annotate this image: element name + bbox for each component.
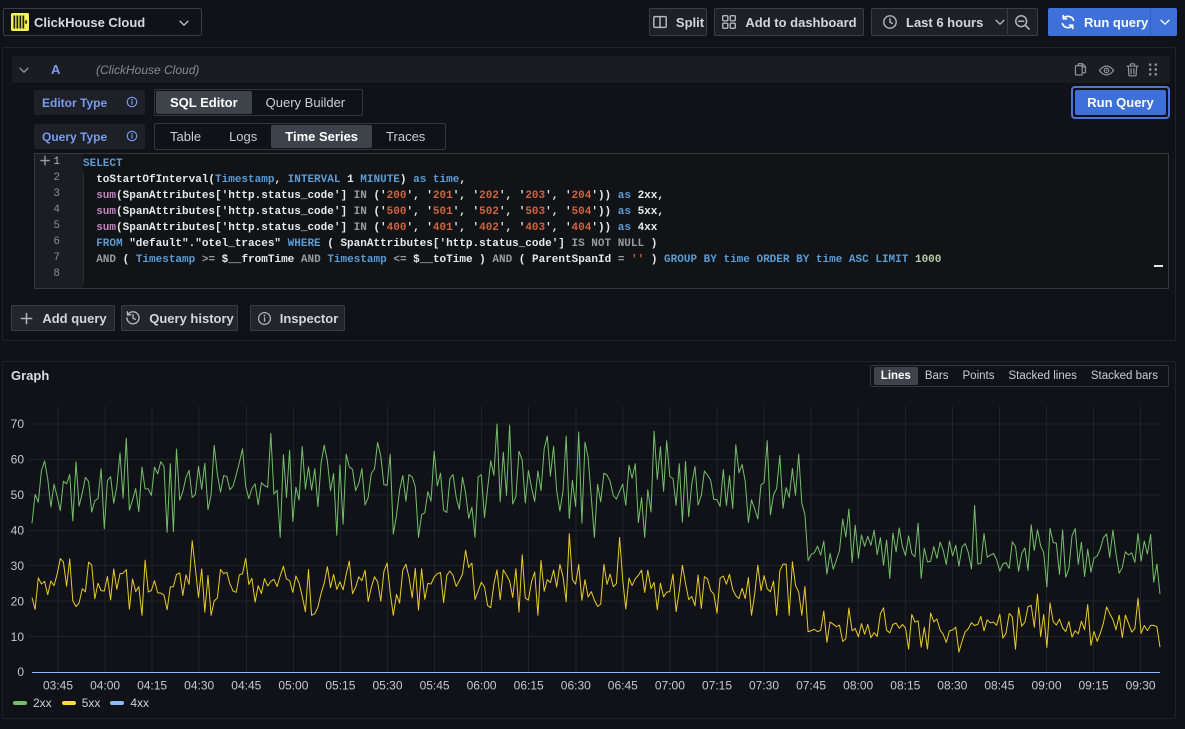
- svg-text:0: 0: [17, 665, 24, 679]
- svg-text:40: 40: [11, 524, 25, 538]
- svg-text:04:00: 04:00: [90, 679, 120, 693]
- svg-text:08:45: 08:45: [984, 679, 1014, 693]
- svg-text:05:45: 05:45: [420, 679, 450, 693]
- svg-text:05:30: 05:30: [372, 679, 402, 693]
- svg-text:04:30: 04:30: [184, 679, 214, 693]
- svg-text:07:30: 07:30: [749, 679, 779, 693]
- svg-text:09:00: 09:00: [1031, 679, 1061, 693]
- svg-text:70: 70: [11, 417, 25, 431]
- svg-text:07:15: 07:15: [702, 679, 732, 693]
- svg-text:05:00: 05:00: [278, 679, 308, 693]
- svg-text:07:00: 07:00: [655, 679, 685, 693]
- svg-text:06:15: 06:15: [514, 679, 544, 693]
- svg-text:30: 30: [11, 559, 25, 573]
- svg-text:10: 10: [11, 630, 25, 644]
- svg-text:06:00: 06:00: [467, 679, 497, 693]
- svg-text:08:15: 08:15: [890, 679, 920, 693]
- svg-text:08:00: 08:00: [843, 679, 873, 693]
- svg-text:04:45: 04:45: [231, 679, 261, 693]
- svg-text:03:45: 03:45: [43, 679, 73, 693]
- svg-text:09:30: 09:30: [1126, 679, 1156, 693]
- svg-text:04:15: 04:15: [137, 679, 167, 693]
- svg-text:08:30: 08:30: [937, 679, 967, 693]
- svg-text:05:15: 05:15: [325, 679, 355, 693]
- svg-text:50: 50: [11, 488, 25, 502]
- svg-text:06:45: 06:45: [608, 679, 638, 693]
- svg-text:60: 60: [11, 453, 25, 467]
- svg-text:06:30: 06:30: [561, 679, 591, 693]
- svg-text:07:45: 07:45: [796, 679, 826, 693]
- svg-text:09:15: 09:15: [1078, 679, 1108, 693]
- svg-text:20: 20: [11, 594, 25, 608]
